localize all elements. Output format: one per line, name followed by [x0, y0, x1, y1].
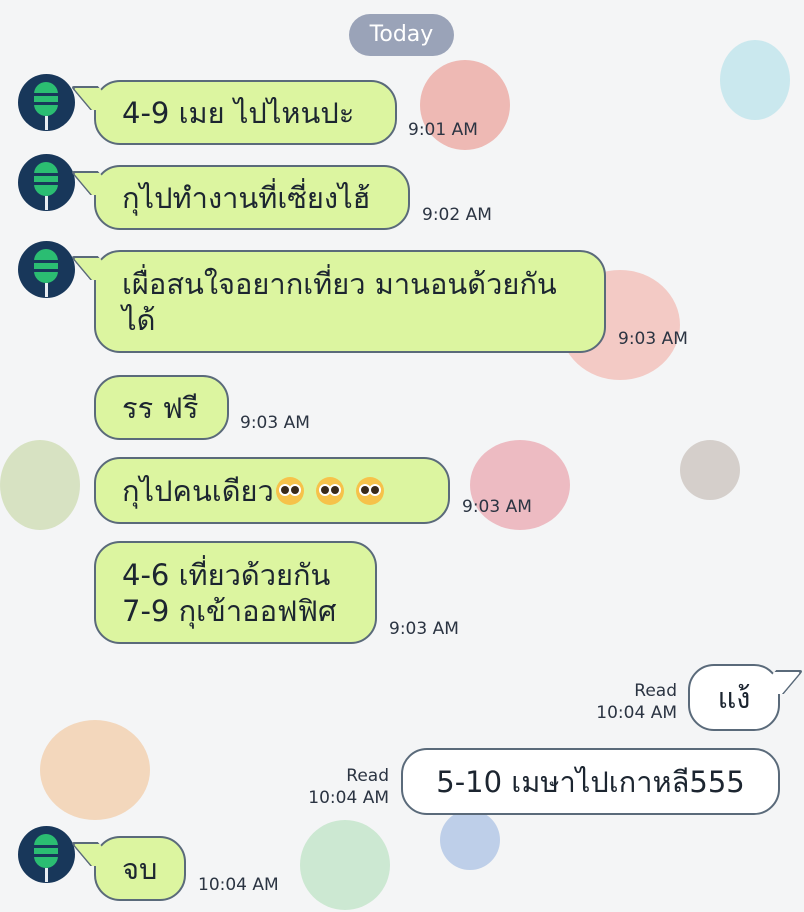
- message-time: 10:04 AM: [198, 875, 279, 895]
- contact-avatar[interactable]: [18, 826, 75, 883]
- message-time: 9:03 AM: [618, 329, 688, 349]
- message-text-line: 7-9 กุเข้าออฟฟิศ: [122, 593, 337, 628]
- message-time: 10:04 AM: [308, 788, 389, 808]
- message-text-line: 4-6 เที่ยวด้วยกัน: [122, 557, 331, 592]
- contact-avatar[interactable]: [18, 74, 75, 131]
- pleading-face-icon: [315, 476, 344, 505]
- message-text: กุไปคนเดียว: [122, 473, 274, 508]
- message-time: 9:03 AM: [240, 413, 310, 433]
- lollipop-icon: [34, 162, 58, 210]
- read-receipt: Read 10:04 AM: [292, 765, 389, 809]
- message-text: แง้: [717, 680, 751, 715]
- lollipop-icon: [34, 82, 58, 130]
- pleading-face-icon: [275, 476, 304, 505]
- message-text: กุไปทำงานที่เซี่ยงไฮ้: [122, 180, 371, 215]
- incoming-message-bubble[interactable]: จบ: [94, 836, 186, 901]
- incoming-message-bubble[interactable]: กุไปคนเดียว: [94, 457, 450, 524]
- incoming-message-bubble[interactable]: 4-6 เที่ยวด้วยกัน 7-9 กุเข้าออฟฟิศ: [94, 541, 377, 644]
- message-time: 9:01 AM: [408, 120, 478, 140]
- incoming-message-bubble[interactable]: 4-9 เมย ไปไหนปะ: [94, 80, 397, 145]
- message-text: 5-10 เมษาไปเกาหลี555: [436, 764, 745, 799]
- incoming-message-bubble[interactable]: กุไปทำงานที่เซี่ยงไฮ้: [94, 165, 410, 230]
- message-text: จบ: [122, 851, 158, 886]
- read-receipt: Read 10:04 AM: [580, 680, 677, 724]
- read-label: Read: [634, 681, 677, 701]
- message-time: 10:04 AM: [596, 703, 677, 723]
- message-time: 9:03 AM: [389, 619, 459, 639]
- message-text: 4-9 เมย ไปไหนปะ: [122, 95, 355, 130]
- pleading-face-icon: [355, 476, 384, 505]
- contact-avatar[interactable]: [18, 241, 75, 298]
- contact-avatar[interactable]: [18, 154, 75, 211]
- date-separator: Today: [349, 14, 454, 56]
- incoming-message-bubble[interactable]: เผื่อสนใจอยากเที่ยว มานอนด้วยกัน ได้: [94, 250, 606, 353]
- message-time: 9:03 AM: [462, 497, 532, 517]
- outgoing-message-bubble[interactable]: 5-10 เมษาไปเกาหลี555: [401, 748, 780, 815]
- read-label: Read: [346, 766, 389, 786]
- lollipop-icon: [34, 249, 58, 297]
- message-text: รร ฟรี: [122, 390, 199, 425]
- message-time: 9:02 AM: [422, 205, 492, 225]
- message-text-line: เผื่อสนใจอยากเที่ยว มานอนด้วยกัน: [122, 266, 557, 301]
- incoming-message-bubble[interactable]: รร ฟรี: [94, 375, 229, 440]
- outgoing-message-bubble[interactable]: แง้: [688, 664, 780, 731]
- lollipop-icon: [34, 834, 58, 882]
- message-text-line: ได้: [122, 302, 156, 337]
